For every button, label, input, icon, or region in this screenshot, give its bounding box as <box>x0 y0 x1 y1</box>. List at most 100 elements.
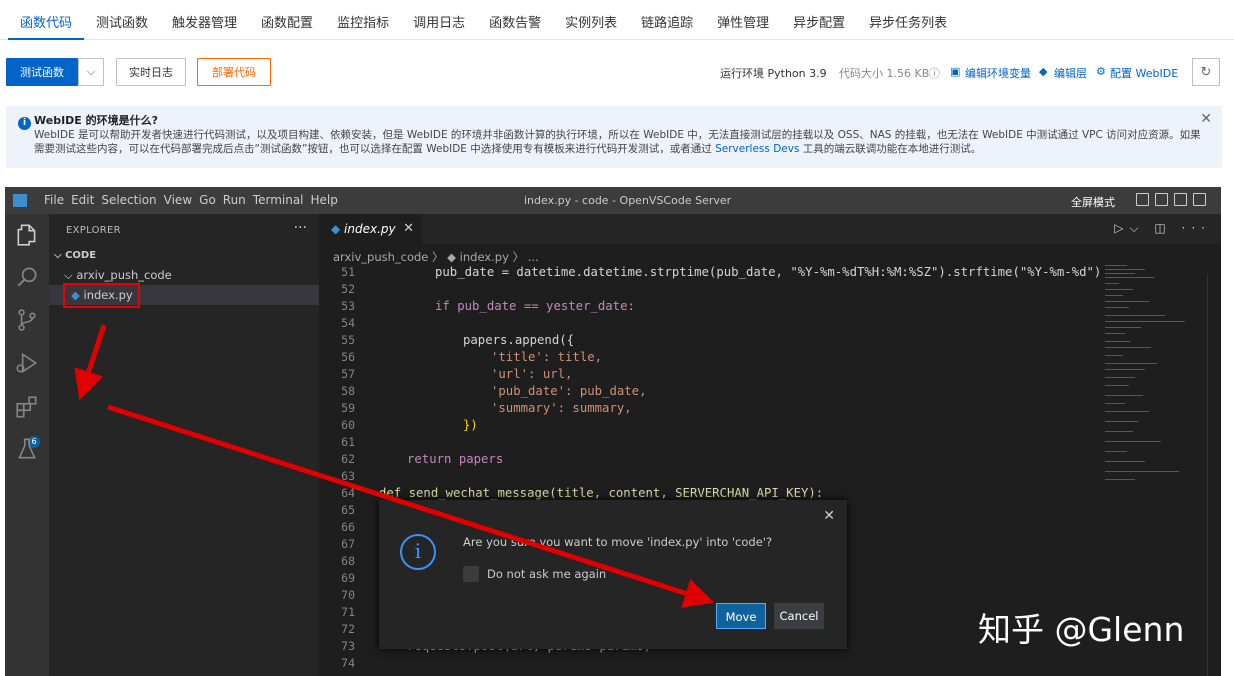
do-not-ask-label[interactable]: Do not ask me again <box>487 567 606 581</box>
code-line-62: return papers <box>407 452 504 466</box>
notice-line-2: 需要测试这些内容，可以在代码部署完成后点击“测试函数”按钮，也可以选择在配置 W… <box>34 142 1212 156</box>
edit-layer-link[interactable]: 编辑层 <box>1054 65 1087 81</box>
customize-layout-icon[interactable] <box>1193 193 1206 206</box>
deploy-code-button[interactable]: 部署代码 <box>197 58 271 86</box>
dialog-message: Are you sure you want to move 'index.py'… <box>463 535 773 549</box>
editor-tab-index[interactable]: ◆ index.py ✕ <box>319 214 422 244</box>
tab-instances[interactable]: 实例列表 <box>553 0 629 40</box>
search-icon[interactable] <box>14 264 40 290</box>
cancel-button[interactable]: Cancel <box>774 603 824 629</box>
edit-env-link[interactable]: 编辑环境变量 <box>965 65 1031 81</box>
line-number: 58 <box>341 384 355 398</box>
watermark: 知乎 @Glenn <box>978 610 1185 649</box>
fullscreen-button[interactable]: 全屏模式 <box>1071 194 1115 210</box>
code-line-51: pub_date = datetime.datetime.strptime(pu… <box>435 265 1102 279</box>
menu-bar: File Edit Selection View Go Run Terminal… <box>44 193 345 207</box>
chevron-down-icon[interactable]: ⌵ <box>78 58 104 86</box>
help-icon[interactable]: ⓘ <box>929 65 940 81</box>
line-number: 54 <box>341 316 355 330</box>
line-number: 51 <box>341 265 355 279</box>
test-function-button[interactable]: 测试函数 <box>6 58 78 86</box>
editor-tab-label: index.py <box>344 222 396 236</box>
menu-terminal[interactable]: Terminal <box>253 193 311 207</box>
annotation-highlight-box <box>63 283 140 308</box>
gear-icon: ⚙ <box>1096 65 1106 78</box>
move-button[interactable]: Move <box>716 603 766 629</box>
code-line-56: 'title': title, <box>491 350 603 364</box>
run-debug-icon[interactable] <box>14 350 40 376</box>
line-number: 59 <box>341 401 355 415</box>
menu-go[interactable]: Go <box>199 193 223 207</box>
do-not-ask-checkbox[interactable] <box>463 566 479 582</box>
toggle-sidebar-icon[interactable] <box>1136 193 1149 206</box>
tab-async-tasks[interactable]: 异步任务列表 <box>857 0 959 40</box>
line-number: 62 <box>341 452 355 466</box>
config-webide-link[interactable]: 配置 WebIDE <box>1110 65 1178 81</box>
top-tab-bar: 函数代码 测试函数 触发器管理 函数配置 监控指标 调用日志 函数告警 实例列表… <box>0 0 1234 40</box>
line-number: 55 <box>341 333 355 347</box>
code-line-59: 'summary': summary, <box>491 401 632 415</box>
layer-icon: ◆ <box>1039 65 1048 78</box>
line-number: 56 <box>341 350 355 364</box>
code-line-58: 'pub_date': pub_date, <box>491 384 647 398</box>
source-control-icon[interactable] <box>14 307 40 333</box>
line-number: 65 <box>341 503 355 517</box>
tab-elastic-management[interactable]: 弹性管理 <box>705 0 781 40</box>
notice-line-1: WebIDE 是可以帮助开发者快速进行代码测试，以及项目构建、依赖安装，但是 W… <box>34 129 1201 141</box>
refresh-icon[interactable]: ↻ <box>1192 58 1220 86</box>
tree-root-label: CODE <box>65 250 97 261</box>
vscode-titlebar: File Edit Selection View Go Run Terminal… <box>5 187 1221 214</box>
tab-trigger-management[interactable]: 触发器管理 <box>160 0 249 40</box>
runtime-label: 运行环境 Python 3.9 <box>720 67 827 80</box>
more-actions-icon[interactable]: ··· <box>294 220 307 236</box>
info-icon: i <box>18 117 31 130</box>
tab-tracing[interactable]: 链路追踪 <box>629 0 705 40</box>
tree-root-code[interactable]: ⌵ CODE <box>49 246 319 266</box>
minimap[interactable] <box>1105 265 1195 485</box>
testing-flask-icon[interactable] <box>14 436 40 462</box>
explorer-icon[interactable] <box>14 222 40 248</box>
tab-test-function[interactable]: 测试函数 <box>84 0 160 40</box>
tab-function-config[interactable]: 函数配置 <box>249 0 325 40</box>
close-icon[interactable]: ✕ <box>403 221 414 236</box>
close-icon[interactable]: ✕ <box>823 508 835 524</box>
editor-tabstrip: ◆ index.py ✕ ▷⌵ ◫ ··· <box>319 214 1221 244</box>
tab-monitoring[interactable]: 监控指标 <box>325 0 401 40</box>
line-number: 68 <box>341 554 355 568</box>
tab-async-config[interactable]: 异步配置 <box>781 0 857 40</box>
editor-scrollbar[interactable] <box>1207 274 1221 676</box>
notice-text: 需要测试这些内容，可以在代码部署完成后点击“测试函数”按钮，也可以选择在配置 W… <box>34 143 716 155</box>
code-line-53: if pub_date == yester_date: <box>435 299 635 313</box>
tab-invocation-logs[interactable]: 调用日志 <box>401 0 477 40</box>
code-line-55: papers.append({ <box>463 333 575 347</box>
line-number: 69 <box>341 571 355 585</box>
menu-file[interactable]: File <box>44 193 71 207</box>
line-number: 63 <box>341 469 355 483</box>
menu-edit[interactable]: Edit <box>71 193 101 207</box>
realtime-log-button[interactable]: 实时日志 <box>116 58 186 86</box>
close-icon[interactable]: ✕ <box>1200 112 1212 126</box>
tree-folder-arxiv[interactable]: ⌵ arxiv_push_code <box>49 265 319 285</box>
code-size-label: 代码大小 1.56 KB <box>839 67 930 80</box>
menu-run[interactable]: Run <box>223 193 253 207</box>
line-number: 67 <box>341 537 355 551</box>
line-number: 64 <box>341 486 355 500</box>
line-number: 66 <box>341 520 355 534</box>
serverless-devs-link[interactable]: Serverless Devs <box>715 143 799 155</box>
line-number: 70 <box>341 588 355 602</box>
webide-notice: i WebIDE 的环境是什么? WebIDE 是可以帮助开发者快速进行代码测试… <box>6 106 1222 168</box>
extensions-icon[interactable] <box>14 394 40 420</box>
tab-function-alerts[interactable]: 函数告警 <box>477 0 553 40</box>
notice-title: WebIDE 的环境是什么? <box>34 114 159 127</box>
toggle-secondary-sidebar-icon[interactable] <box>1174 193 1187 206</box>
code-line-57: 'url': url, <box>491 367 573 381</box>
menu-view[interactable]: View <box>164 193 199 207</box>
editor-actions[interactable]: ▷⌵ ◫ ··· <box>1114 221 1211 236</box>
layout-controls <box>1136 193 1206 206</box>
menu-help[interactable]: Help <box>311 193 345 207</box>
breadcrumb[interactable]: arxiv_push_code 〉 ◆ index.py 〉 ... <box>333 249 539 265</box>
toggle-panel-icon[interactable] <box>1155 193 1168 206</box>
menu-selection[interactable]: Selection <box>101 193 163 207</box>
tab-function-code[interactable]: 函数代码 <box>8 0 85 40</box>
env-icon: ▣ <box>950 65 961 78</box>
